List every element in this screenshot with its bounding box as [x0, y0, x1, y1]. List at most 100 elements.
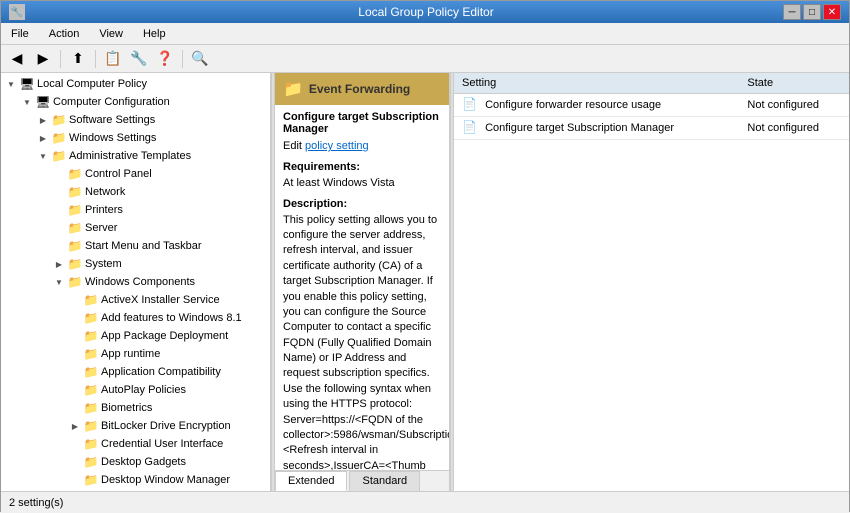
tree-credential-ui[interactable]: ▶ 📁 Credential User Interface — [1, 435, 270, 453]
col-state: State — [739, 73, 849, 94]
restore-button[interactable]: □ — [803, 4, 821, 20]
tree-panel: ▼ 🖥 Local Computer Policy ▼ 🖥 Computer C… — [1, 73, 271, 491]
network-label: Network — [85, 186, 125, 198]
help-button[interactable]: ❓ — [153, 48, 177, 70]
bitlocker-icon: 📁 — [83, 418, 99, 434]
tree-desktop-gadgets[interactable]: ▶ 📁 Desktop Gadgets — [1, 453, 270, 471]
menu-action[interactable]: Action — [43, 26, 86, 42]
tree-start-menu[interactable]: ▶ 📁 Start Menu and Taskbar — [1, 237, 270, 255]
app-runtime-icon: 📁 — [83, 346, 99, 362]
root-label: Local Computer Policy — [37, 78, 147, 90]
menu-view[interactable]: View — [93, 26, 129, 42]
status-text: 2 setting(s) — [9, 497, 63, 509]
tab-standard[interactable]: Standard — [349, 471, 420, 491]
toolbar-sep3 — [182, 50, 183, 68]
tree-app-package[interactable]: ▶ 📁 App Package Deployment — [1, 327, 270, 345]
expand-computer-config[interactable]: ▼ — [19, 94, 35, 110]
app-compat-label: Application Compatibility — [101, 366, 221, 378]
title-bar: 🔧 Local Group Policy Editor ─ □ ✕ — [1, 1, 849, 23]
expand-admin-templates[interactable]: ▼ — [35, 148, 51, 164]
add-features-label: Add features to Windows 8.1 — [101, 312, 242, 324]
printers-label: Printers — [85, 204, 123, 216]
expand-system[interactable]: ▶ — [51, 256, 67, 272]
setting-name-2: Configure target Subscription Manager — [485, 122, 674, 134]
app-package-icon: 📁 — [83, 328, 99, 344]
tree-computer-config[interactable]: ▼ 🖥 Computer Configuration — [1, 93, 270, 111]
tabs-bar: Extended Standard — [275, 470, 449, 491]
tree-server[interactable]: ▶ 📁 Server — [1, 219, 270, 237]
tree-activex[interactable]: ▶ 📁 ActiveX Installer Service — [1, 291, 270, 309]
windows-components-label: Windows Components — [85, 276, 195, 288]
software-label: Software Settings — [69, 114, 155, 126]
server-label: Server — [85, 222, 117, 234]
autoplay-label: AutoPlay Policies — [101, 384, 186, 396]
tab-extended[interactable]: Extended — [275, 471, 347, 491]
up-button[interactable]: ⬆ — [66, 48, 90, 70]
requirements-value: At least Windows Vista — [283, 177, 395, 189]
tree-system[interactable]: ▶ 📁 System — [1, 255, 270, 273]
col-setting: Setting — [454, 73, 739, 94]
tree-autoplay[interactable]: ▶ 📁 AutoPlay Policies — [1, 381, 270, 399]
show-hide-button[interactable]: 📋 — [101, 48, 125, 70]
tree-admin-templates[interactable]: ▼ 📁 Administrative Templates — [1, 147, 270, 165]
tree-printers[interactable]: ▶ 📁 Printers — [1, 201, 270, 219]
tree-control-panel[interactable]: ▶ 📁 Control Panel — [1, 165, 270, 183]
tree-windows-components[interactable]: ▼ 📁 Windows Components — [1, 273, 270, 291]
computer-config-icon: 🖥 — [35, 94, 51, 110]
software-icon: 📁 — [51, 112, 67, 128]
tree-network[interactable]: ▶ 📁 Network — [1, 183, 270, 201]
activex-label: ActiveX Installer Service — [101, 294, 220, 306]
printers-icon: 📁 — [67, 202, 83, 218]
filter-button[interactable]: 🔍 — [188, 48, 212, 70]
expand-software[interactable]: ▶ — [35, 112, 51, 128]
windows-components-icon: 📁 — [67, 274, 83, 290]
middle-header: 📁 Event Forwarding — [275, 73, 449, 105]
system-icon: 📁 — [67, 256, 83, 272]
tree-app-runtime[interactable]: ▶ 📁 App runtime — [1, 345, 270, 363]
close-button[interactable]: ✕ — [823, 4, 841, 20]
tree-windows-settings[interactable]: ▶ 📁 Windows Settings — [1, 129, 270, 147]
toolbar-sep1 — [60, 50, 61, 68]
policy-setting-link[interactable]: policy setting — [305, 140, 369, 152]
credential-ui-label: Credential User Interface — [101, 438, 223, 450]
expand-root[interactable]: ▼ — [3, 76, 19, 92]
tree-add-features[interactable]: ▶ 📁 Add features to Windows 8.1 — [1, 309, 270, 327]
table-row[interactable]: 📄 Configure forwarder resource usage Not… — [454, 94, 849, 117]
back-button[interactable]: ◀ — [5, 48, 29, 70]
device-driver-icon: 📁 — [83, 490, 99, 491]
expand-windows-components[interactable]: ▼ — [51, 274, 67, 290]
edit-line: Edit policy setting — [283, 139, 441, 154]
tree-desktop-window[interactable]: ▶ 📁 Desktop Window Manager — [1, 471, 270, 489]
middle-panel: 📁 Event Forwarding Configure target Subs… — [275, 73, 450, 491]
expand-bitlocker[interactable]: ▶ — [67, 418, 83, 434]
status-bar: 2 setting(s) — [1, 491, 849, 513]
tree-root[interactable]: ▼ 🖥 Local Computer Policy — [1, 75, 270, 93]
properties-button[interactable]: 🔧 — [127, 48, 151, 70]
computer-config-label: Computer Configuration — [53, 96, 170, 108]
admin-templates-label: Administrative Templates — [69, 150, 191, 162]
minimize-button[interactable]: ─ — [783, 4, 801, 20]
tree-biometrics[interactable]: ▶ 📁 Biometrics — [1, 399, 270, 417]
admin-templates-icon: 📁 — [51, 148, 67, 164]
credential-ui-icon: 📁 — [83, 436, 99, 452]
tree-app-compat[interactable]: ▶ 📁 Application Compatibility — [1, 363, 270, 381]
menu-help[interactable]: Help — [137, 26, 172, 42]
forward-button[interactable]: ▶ — [31, 48, 55, 70]
activex-icon: 📁 — [83, 292, 99, 308]
state-cell-2: Not configured — [739, 117, 849, 140]
tree-bitlocker[interactable]: ▶ 📁 BitLocker Drive Encryption — [1, 417, 270, 435]
setting-name-1: Configure forwarder resource usage — [485, 99, 661, 111]
table-row[interactable]: 📄 Configure target Subscription Manager … — [454, 117, 849, 140]
toolbar: ◀ ▶ ⬆ 📋 🔧 ❓ 🔍 — [1, 45, 849, 73]
app-compat-icon: 📁 — [83, 364, 99, 380]
middle-content: Configure target Subscription Manager Ed… — [275, 105, 449, 470]
settings-table: Setting State 📄 Configure forwarder reso… — [454, 73, 849, 140]
menu-file[interactable]: File — [5, 26, 35, 42]
expand-windows-settings[interactable]: ▶ — [35, 130, 51, 146]
tree-software-settings[interactable]: ▶ 📁 Software Settings — [1, 111, 270, 129]
start-menu-icon: 📁 — [67, 238, 83, 254]
tree-device-driver[interactable]: ▶ 📁 Device and Driver Compatibility — [1, 489, 270, 491]
folder-icon: 📁 — [283, 79, 303, 99]
description-text: This policy setting allows you to config… — [283, 214, 449, 470]
control-panel-label: Control Panel — [85, 168, 152, 180]
